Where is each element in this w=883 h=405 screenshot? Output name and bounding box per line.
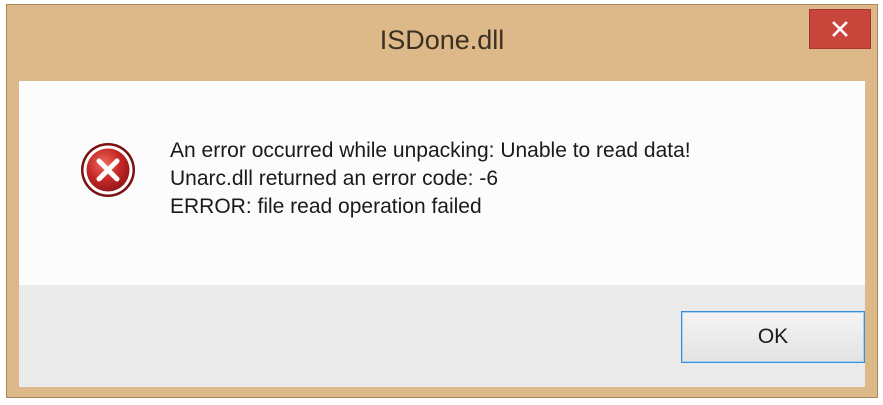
- button-panel: OK: [19, 285, 865, 387]
- title-bar[interactable]: ISDone.dll: [7, 5, 877, 79]
- message-line: Unarc.dll returned an error code: -6: [170, 167, 498, 190]
- message-area: An error occurred while unpacking: Unabl…: [19, 81, 865, 285]
- close-icon: [832, 21, 848, 37]
- window-title: ISDone.dll: [379, 25, 505, 55]
- ok-button[interactable]: OK: [681, 311, 865, 363]
- error-dialog-window: ISDone.dll An error occurred while unpac…: [6, 4, 878, 398]
- message-line: ERROR: file read operation failed: [170, 195, 482, 218]
- close-button[interactable]: [809, 9, 871, 49]
- error-message: An error occurred while unpacking: Unabl…: [170, 137, 691, 221]
- message-line: An error occurred while unpacking: Unabl…: [170, 139, 691, 162]
- error-icon: [81, 143, 135, 197]
- dialog-client-area: An error occurred while unpacking: Unabl…: [19, 81, 865, 387]
